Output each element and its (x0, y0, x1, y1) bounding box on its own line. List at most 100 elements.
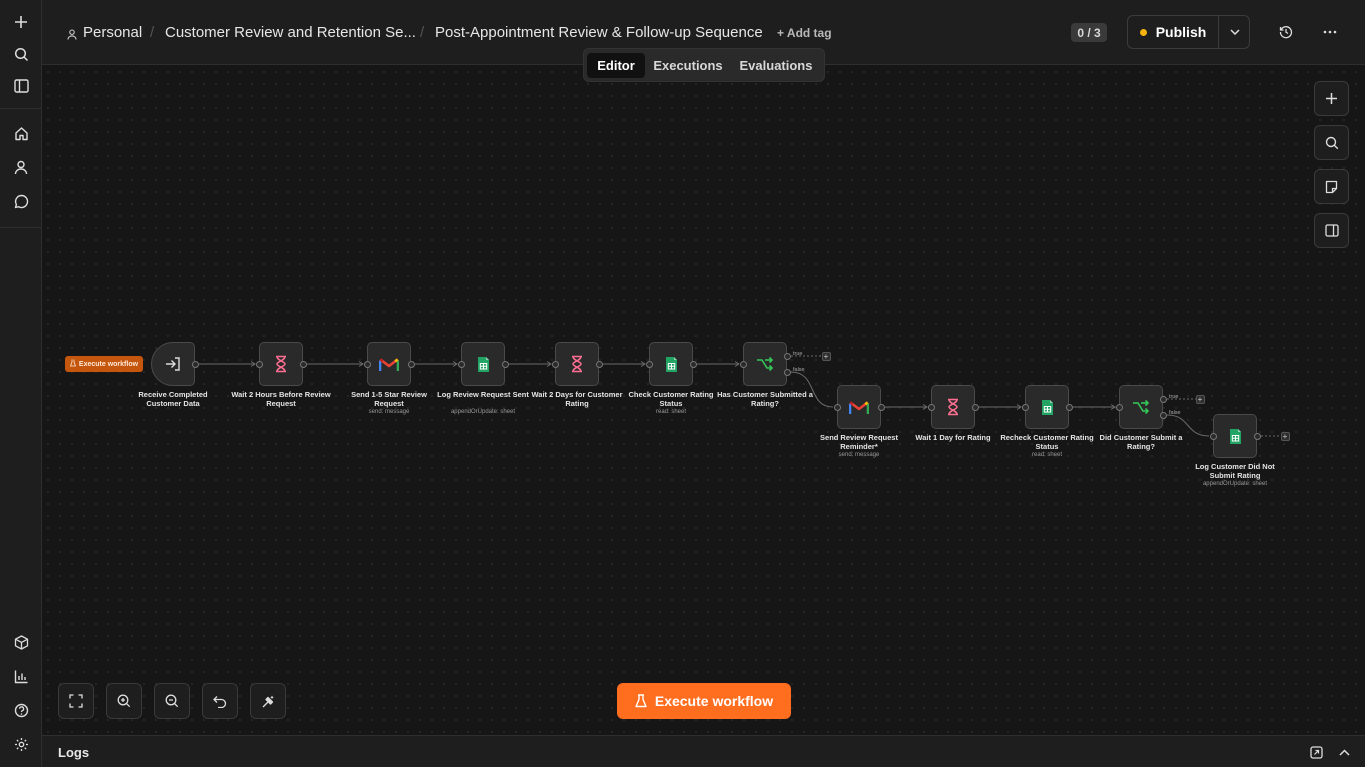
output-port[interactable] (1253, 432, 1261, 440)
output-port[interactable] (407, 360, 415, 368)
node-subtitle: read: sheet (655, 409, 687, 415)
zoom-out-button[interactable] (154, 683, 190, 719)
toggle-side-panel-button[interactable] (1314, 213, 1349, 248)
toggle-panel-icon[interactable] (9, 74, 33, 98)
output-port-true[interactable] (1159, 395, 1167, 403)
output-port[interactable] (971, 403, 979, 411)
workflow-node[interactable] (1119, 385, 1163, 429)
help-icon[interactable] (9, 698, 33, 722)
node-label: Send Review Request Reminder* (820, 433, 898, 451)
breadcrumb-folder[interactable]: Customer Review and Retention Se... (165, 24, 416, 41)
tab-evaluations[interactable]: Evaluations (732, 53, 820, 78)
branch-label: true (1169, 394, 1179, 400)
chevron-down-icon[interactable] (1219, 16, 1250, 48)
fit-view-button[interactable] (58, 683, 94, 719)
workflow-node[interactable] (555, 342, 599, 386)
node-label: Has Customer Submitted a Rating? (717, 390, 813, 408)
input-port[interactable] (255, 360, 263, 368)
branch-label: true (793, 351, 803, 357)
google-sheets-icon (1229, 428, 1242, 445)
more-options-icon[interactable] (1320, 22, 1340, 42)
workflow-node[interactable] (649, 342, 693, 386)
input-port[interactable] (645, 360, 653, 368)
add-connection-button[interactable]: + (821, 351, 831, 361)
user-icon[interactable] (9, 155, 33, 179)
node-subtitle: read: sheet (1031, 452, 1063, 458)
search-icon[interactable] (9, 42, 33, 66)
node-subtitle: appendOrUpdate: sheet (450, 409, 516, 415)
sticky-note-button[interactable] (1314, 169, 1349, 204)
workflow-node[interactable] (259, 342, 303, 386)
add-icon[interactable] (9, 10, 33, 34)
input-port[interactable] (457, 360, 465, 368)
output-port-false[interactable] (1159, 411, 1167, 419)
chevron-up-icon[interactable] (1336, 744, 1352, 760)
input-port[interactable] (551, 360, 559, 368)
input-port[interactable] (363, 360, 371, 368)
logs-panel[interactable]: Logs (42, 735, 1365, 767)
execute-workflow-label: Execute workflow (654, 693, 774, 709)
breadcrumb-project[interactable]: Personal (83, 24, 142, 41)
output-port[interactable] (689, 360, 697, 368)
pop-out-icon[interactable] (1308, 744, 1324, 760)
node-label: Log Review Request Sent (437, 390, 529, 399)
output-port[interactable] (1065, 403, 1073, 411)
workflow-node[interactable] (837, 385, 881, 429)
workflow-canvas[interactable]: Receive Completed Customer Data Wait 2 Ho… (42, 66, 1365, 735)
history-icon[interactable] (1276, 22, 1296, 42)
workflow-node[interactable] (461, 342, 505, 386)
output-port[interactable] (501, 360, 509, 368)
step-counter-badge: 0 / 3 (1071, 23, 1107, 42)
templates-icon[interactable] (9, 630, 33, 654)
add-connection-button[interactable]: + (1195, 394, 1205, 404)
workflow-node[interactable] (1025, 385, 1069, 429)
if-branch-icon (1132, 399, 1150, 415)
workflow-node[interactable] (151, 342, 195, 386)
workflow-name[interactable]: Post-Appointment Review & Follow-up Sequ… (435, 24, 763, 41)
execute-workflow-button[interactable]: Execute workflow (617, 683, 791, 719)
node-subtitle: send: message (838, 452, 880, 458)
input-port[interactable] (927, 403, 935, 411)
tidy-up-button[interactable] (250, 683, 286, 719)
input-port[interactable] (739, 360, 747, 368)
input-port[interactable] (1209, 432, 1217, 440)
output-port[interactable] (191, 360, 199, 368)
tab-editor[interactable]: Editor (587, 53, 645, 78)
node-label: Wait 2 Days for Customer Rating (531, 390, 623, 408)
tab-executions[interactable]: Executions (648, 53, 728, 78)
output-port[interactable] (595, 360, 603, 368)
zoom-in-button[interactable] (106, 683, 142, 719)
publish-button[interactable]: Publish (1128, 16, 1218, 48)
sign-in-icon (164, 356, 182, 372)
workflow-node[interactable] (931, 385, 975, 429)
node-label: Wait 2 Hours Before Review Request (231, 390, 331, 408)
input-port[interactable] (833, 403, 841, 411)
undo-button[interactable] (202, 683, 238, 719)
add-node-button[interactable] (1314, 81, 1349, 116)
chat-icon[interactable] (9, 189, 33, 213)
hourglass-icon (570, 355, 584, 373)
node-label: Wait 1 Day for Rating (915, 433, 991, 442)
node-label: Send 1-5 Star Review Request (351, 390, 427, 408)
output-port[interactable] (877, 403, 885, 411)
execute-workflow-small-button[interactable]: Execute workflow (65, 356, 143, 372)
node-label: Log Customer Did Not Submit Rating (1195, 462, 1275, 480)
add-connection-button[interactable]: + (1280, 431, 1290, 441)
search-nodes-button[interactable] (1314, 125, 1349, 160)
add-tag-button[interactable]: + Add tag (777, 26, 832, 40)
input-port[interactable] (1021, 403, 1029, 411)
output-port-false[interactable] (783, 368, 791, 376)
workflow-node[interactable] (367, 342, 411, 386)
output-port-true[interactable] (783, 352, 791, 360)
branch-label: false (793, 367, 805, 373)
insights-icon[interactable] (9, 664, 33, 688)
logs-label: Logs (58, 745, 90, 760)
workflow-node[interactable] (1213, 414, 1257, 458)
flask-icon (635, 694, 647, 708)
settings-icon[interactable] (9, 732, 33, 756)
gmail-icon (379, 357, 399, 372)
home-icon[interactable] (9, 121, 33, 145)
output-port[interactable] (299, 360, 307, 368)
input-port[interactable] (1115, 403, 1123, 411)
workflow-node[interactable] (743, 342, 787, 386)
